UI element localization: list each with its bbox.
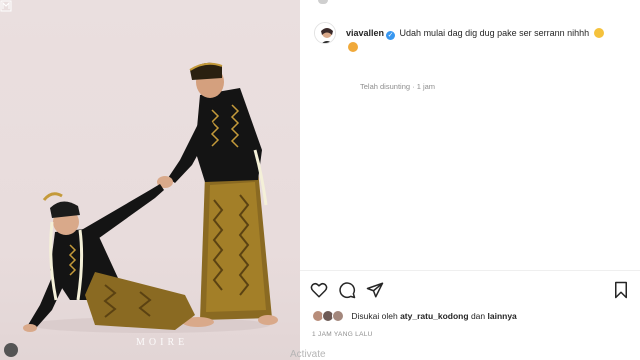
author-avatar[interactable] bbox=[314, 22, 336, 44]
watermark-logo bbox=[0, 0, 12, 12]
divider bbox=[300, 270, 640, 271]
likes-prefix: Disukai oleh bbox=[351, 311, 398, 321]
liked-by-user-link[interactable]: aty_ratu_kodong bbox=[400, 311, 469, 321]
author-username[interactable]: viavallen bbox=[346, 28, 384, 38]
activate-windows-watermark: Activate bbox=[290, 349, 326, 360]
post-caption: viavallen ✓ Udah mulai dag dig dug pake s… bbox=[346, 26, 636, 54]
action-bar bbox=[310, 281, 630, 301]
post-time[interactable]: 1 JAM YANG LALU bbox=[312, 331, 373, 338]
likes-connector: dan bbox=[470, 311, 486, 321]
avatar-image bbox=[315, 23, 335, 43]
grimacing-emoji-icon bbox=[593, 28, 604, 38]
verified-badge-icon: ✓ bbox=[386, 31, 396, 40]
photo-illustration bbox=[23, 62, 278, 333]
post-photo[interactable]: MOIRE bbox=[0, 0, 300, 360]
watermark-text: MOIRE bbox=[136, 337, 189, 348]
bookmark-icon[interactable] bbox=[612, 281, 630, 299]
share-icon[interactable] bbox=[366, 281, 384, 299]
covering-face-emoji-icon bbox=[348, 42, 358, 52]
post-detail-panel: viavallen ✓ Udah mulai dag dig dug pake s… bbox=[300, 0, 640, 360]
scroll-indicator bbox=[318, 0, 328, 4]
liker-avatars bbox=[312, 310, 346, 322]
liker-avatar bbox=[332, 310, 344, 322]
likes-others-link[interactable]: lainnya bbox=[488, 311, 517, 321]
corner-avatar[interactable] bbox=[4, 343, 18, 357]
likes-summary: Disukai oleh aty_ratu_kodong dan lainnya bbox=[312, 310, 517, 322]
edited-timestamp: Telah disunting · 1 jam bbox=[360, 82, 436, 91]
caption-text: Udah mulai dag dig dug pake ser serrann … bbox=[399, 28, 590, 38]
heart-icon[interactable] bbox=[310, 281, 328, 299]
comment-icon[interactable] bbox=[338, 281, 356, 299]
